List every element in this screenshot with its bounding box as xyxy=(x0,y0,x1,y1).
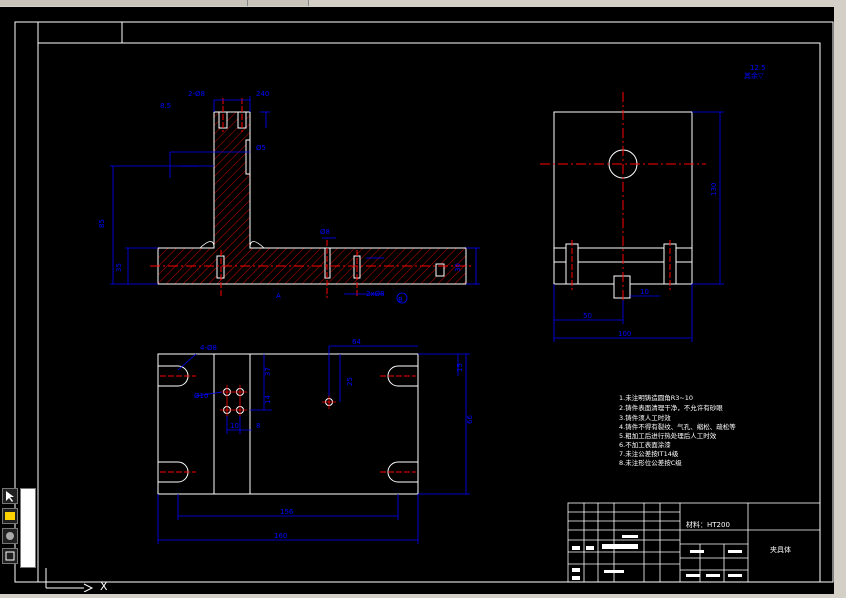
dim-label: 240 xyxy=(256,90,269,98)
dim-label: 37 xyxy=(264,367,272,376)
dim-label: 15 xyxy=(456,363,464,372)
corner-box xyxy=(37,21,123,44)
left-toolstrip xyxy=(2,488,36,594)
dim-label: 64 xyxy=(352,338,361,346)
dim-label: 14 xyxy=(264,395,272,404)
dim-label: 8 xyxy=(256,422,260,430)
dim-label: Ø10 xyxy=(194,392,208,400)
top-view: 4-Ø8 Ø10 64 37 25 15 14 10 8 66 156 160 xyxy=(157,338,474,544)
roughness-note: 其余▽ xyxy=(744,71,764,80)
toolbar-panel xyxy=(20,488,36,568)
side-view: 130 50 100 10 12.5 其余▽ xyxy=(540,64,766,342)
dim-label: 50 xyxy=(583,312,592,320)
dim-label: 10 xyxy=(640,288,649,296)
dim-label: 35 xyxy=(115,263,123,272)
sheet-outer-border xyxy=(14,21,834,583)
window-tab-2[interactable] xyxy=(248,0,309,6)
horizontal-scrollbar[interactable] xyxy=(0,594,846,598)
dim-label: 160 xyxy=(274,532,287,540)
dim-label: 100 xyxy=(618,330,631,338)
top-window-bar xyxy=(0,0,846,7)
note-line: 6.不加工表面涂漆 xyxy=(619,440,671,449)
roughness-value: 12.5 xyxy=(750,64,766,72)
window-tab[interactable] xyxy=(0,0,248,6)
note-line: 1.未注明铸造圆角R3~10 xyxy=(619,393,693,402)
dim-label: 4-Ø8 xyxy=(200,344,217,352)
dim-label: 130 xyxy=(710,183,718,196)
sheet-inner-border xyxy=(37,42,821,583)
note-line: 7.未注公差按IT14级 xyxy=(619,449,679,458)
dim-label: 66 xyxy=(466,415,474,424)
dim-label: 2-Ø8 xyxy=(188,90,205,98)
dim-label: 10 xyxy=(230,422,239,430)
note-line: 3.铸件须人工时效 xyxy=(619,413,671,422)
ucs-icon: X xyxy=(45,568,108,592)
dim-label: 25 xyxy=(346,377,354,386)
dim-label: Ø5 xyxy=(256,144,266,152)
note-line: 4.铸件不得有裂纹、气孔、缩松、疏松等 xyxy=(619,422,736,431)
dim-label: 85 xyxy=(98,219,106,228)
note-line: 2.铸件表面清理干净，不允许有砂眼 xyxy=(619,403,723,412)
dim-label: 2xØ8 xyxy=(366,290,385,298)
svg-text:X: X xyxy=(100,580,108,592)
front-view: 8.5 2-Ø8 240 Ø5 85 35 Ø8 2xØ8 30 A B xyxy=(98,90,480,304)
drawing-canvas[interactable]: 8.5 2-Ø8 240 Ø5 85 35 Ø8 2xØ8 30 A B 130… xyxy=(0,7,834,594)
dim-label: Ø8 xyxy=(320,228,330,236)
part-name: 夹具体 xyxy=(770,545,791,554)
dim-label: 8.5 xyxy=(160,102,171,110)
layer-icon[interactable] xyxy=(2,508,18,524)
pointer-icon[interactable] xyxy=(2,488,18,504)
zoom-icon[interactable] xyxy=(2,548,18,564)
vertical-scrollbar[interactable] xyxy=(834,7,846,598)
technical-notes: 1.未注明铸造圆角R3~10 2.铸件表面清理干净，不允许有砂眼 3.铸件须人工… xyxy=(619,393,736,467)
dim-label: 156 xyxy=(280,508,294,516)
note-line: 8.未注形位公差按C级 xyxy=(619,458,682,467)
note-line: 5.粗加工后进行热处理后人工时效 xyxy=(619,431,717,440)
datum-label: A xyxy=(276,292,281,300)
pan-icon[interactable] xyxy=(2,528,18,544)
material-label: 材料：HT200 xyxy=(686,520,730,529)
dim-label: 30 xyxy=(454,263,462,272)
